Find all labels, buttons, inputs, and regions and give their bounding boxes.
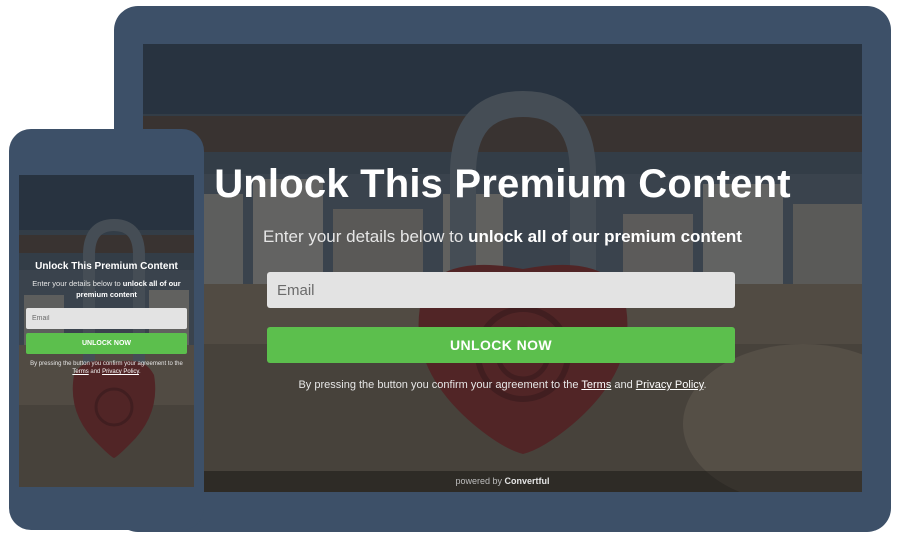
tablet-consent-and: and xyxy=(611,379,636,391)
powered-by-text: powered by xyxy=(455,476,505,486)
tablet-unlock-button[interactable]: UNLOCK NOW xyxy=(267,327,735,363)
phone-terms-link[interactable]: Terms xyxy=(72,369,88,375)
phone-unlock-button[interactable]: UNLOCK NOW xyxy=(26,333,187,354)
tablet-privacy-link[interactable]: Privacy Policy xyxy=(636,379,704,391)
phone-consent-text: By pressing the button you confirm your … xyxy=(25,360,188,376)
tablet-subtitle: Enter your details below to unlock all o… xyxy=(143,226,862,248)
tablet-device-frame: Unlock This Premium Content Enter your d… xyxy=(114,6,891,532)
phone-screen: Unlock This Premium Content Enter your d… xyxy=(19,175,194,487)
phone-subtitle-text: Enter your details below to xyxy=(32,279,123,288)
phone-privacy-link[interactable]: Privacy Policy xyxy=(102,369,139,375)
tablet-subtitle-bold: unlock all of our premium content xyxy=(468,227,742,246)
tablet-consent-prefix: By pressing the button you confirm your … xyxy=(298,379,582,391)
tablet-screen: Unlock This Premium Content Enter your d… xyxy=(143,44,862,492)
tablet-email-input[interactable] xyxy=(267,272,735,308)
tablet-subtitle-text: Enter your details below to xyxy=(263,227,469,246)
tablet-consent-suffix: . xyxy=(703,379,707,391)
tablet-title: Unlock This Premium Content xyxy=(214,162,791,206)
powered-by-bar[interactable]: powered by Convertful xyxy=(143,471,862,492)
phone-email-input[interactable] xyxy=(26,308,187,329)
phone-dark-overlay xyxy=(19,175,194,487)
powered-by-brand: Convertful xyxy=(504,476,550,486)
phone-title: Unlock This Premium Content xyxy=(35,261,178,272)
phone-subtitle: Enter your details below to unlock all o… xyxy=(25,278,188,300)
phone-consent-and: and xyxy=(88,369,103,375)
phone-consent-prefix: By pressing the button you confirm your … xyxy=(30,361,183,367)
tablet-consent-text: By pressing the button you confirm your … xyxy=(143,378,862,392)
phone-consent-suffix: . xyxy=(138,369,141,375)
tablet-optin-form: Unlock This Premium Content Enter your d… xyxy=(143,44,862,492)
tablet-terms-link[interactable]: Terms xyxy=(581,379,611,391)
phone-device-frame: Unlock This Premium Content Enter your d… xyxy=(9,129,204,530)
